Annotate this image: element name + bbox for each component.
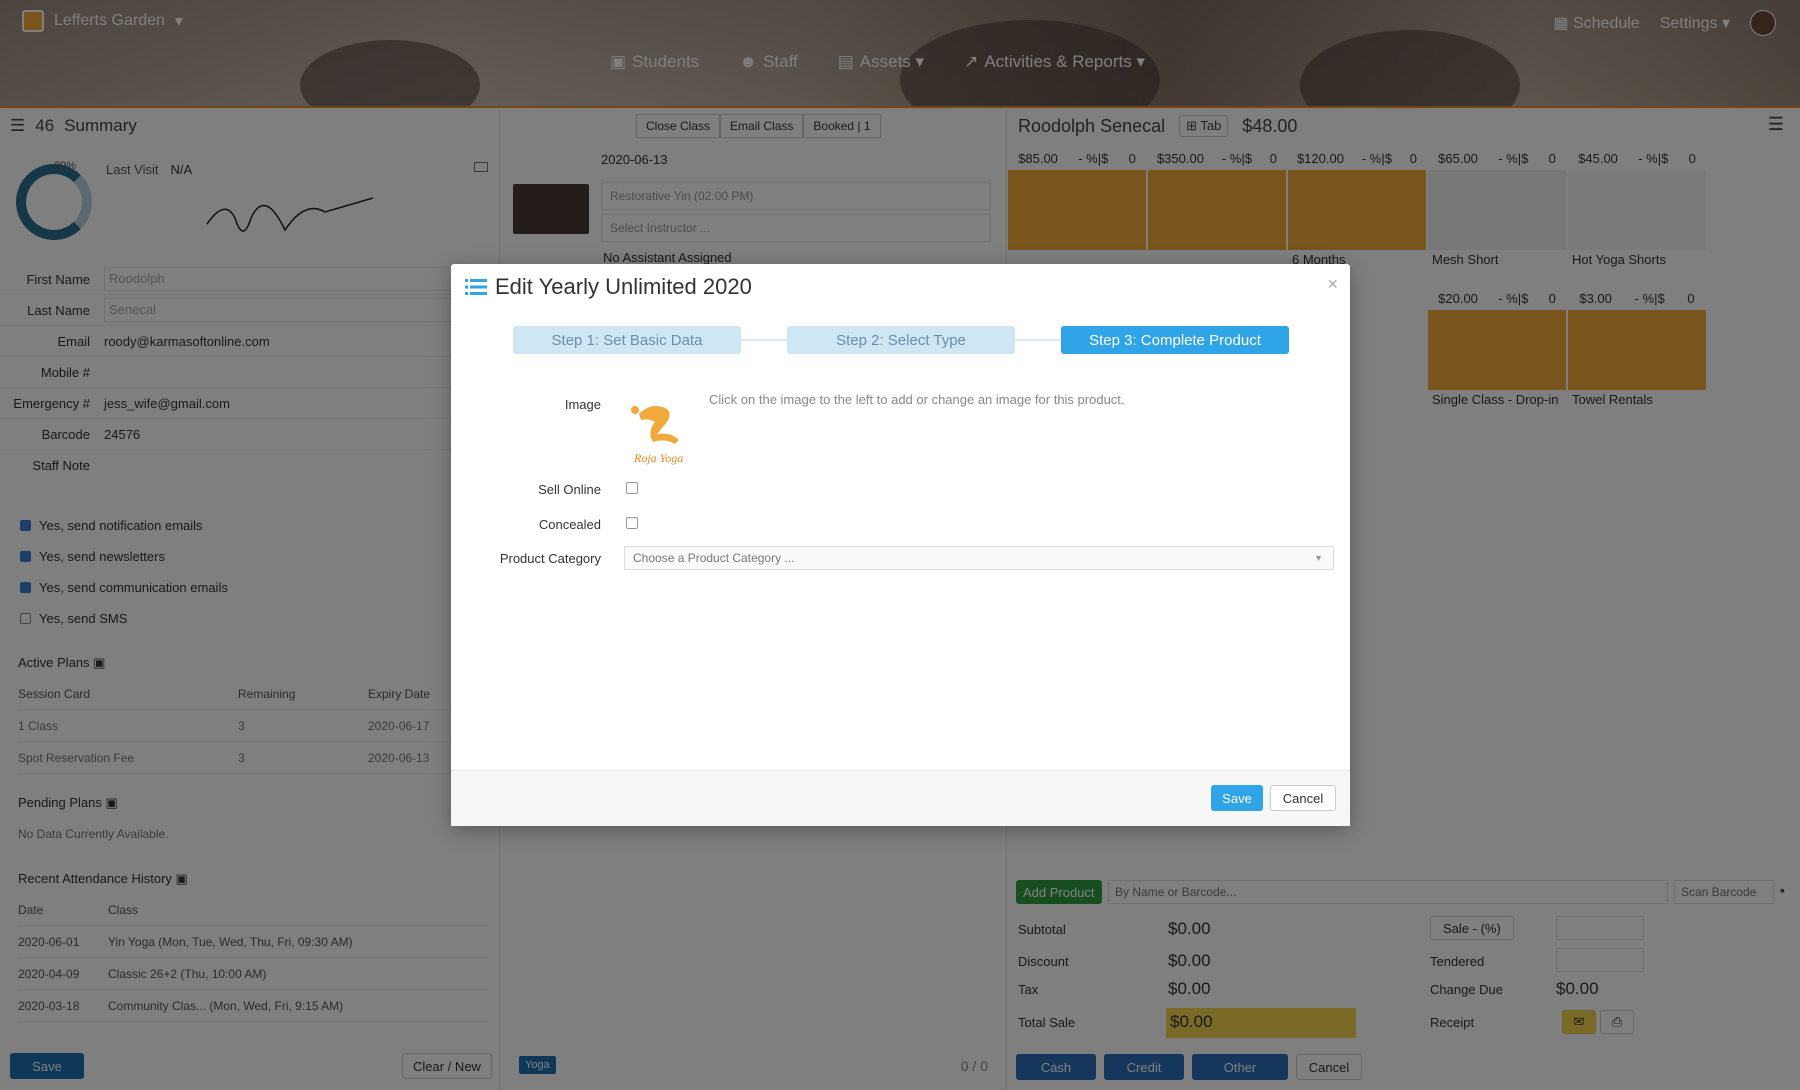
image-label: Image <box>564 397 601 412</box>
logo-wordmark: Roja Yoga <box>633 451 683 465</box>
step-3-button[interactable]: Step 3: Complete Product <box>1061 326 1289 354</box>
cancel-button[interactable]: Cancel <box>1270 785 1336 811</box>
step-1-button[interactable]: Step 1: Set Basic Data <box>513 326 741 354</box>
product-image-picker[interactable]: Roja Yoga <box>627 396 697 468</box>
product-category-select[interactable]: Choose a Product Category ... ▼ <box>624 546 1334 570</box>
wizard-steps: Step 1: Set Basic Data Step 2: Select Ty… <box>513 326 1289 354</box>
product-category-placeholder: Choose a Product Category ... <box>633 551 795 565</box>
close-icon[interactable]: × <box>1327 274 1338 295</box>
edit-product-modal: Edit Yearly Unlimited 2020 × Step 1: Set… <box>451 264 1350 826</box>
image-help-text: Click on the image to the left to add or… <box>709 392 1125 407</box>
product-category-label: Product Category <box>499 551 601 566</box>
modal-footer: Save Cancel <box>451 770 1350 826</box>
step-2-button[interactable]: Step 2: Select Type <box>787 326 1015 354</box>
chevron-down-icon: ▼ <box>1314 553 1323 563</box>
save-button[interactable]: Save <box>1211 785 1263 811</box>
sell-online-label: Sell Online <box>538 482 601 497</box>
list-icon <box>465 279 487 295</box>
modal-title: Edit Yearly Unlimited 2020 <box>495 274 752 299</box>
concealed-label: Concealed <box>538 517 601 532</box>
concealed-checkbox[interactable] <box>626 517 638 529</box>
sell-online-checkbox[interactable] <box>626 482 638 494</box>
